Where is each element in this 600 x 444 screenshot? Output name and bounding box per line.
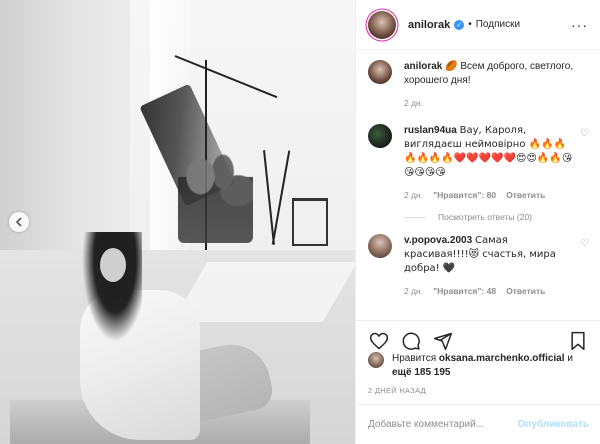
- photo-crew: [178, 148, 253, 243]
- post-photo[interactable]: [0, 0, 355, 444]
- share-icon: [433, 332, 453, 350]
- add-comment-bar: Опубликовать: [356, 404, 600, 444]
- photo-chair: [292, 198, 328, 246]
- comment-icon: [402, 332, 420, 350]
- author-avatar[interactable]: [368, 60, 392, 84]
- previous-photo-button[interactable]: [9, 212, 29, 232]
- follow-button[interactable]: Подписки: [476, 19, 520, 30]
- caption: anilorak 🏉 Всем доброго, светлого, хорош…: [368, 60, 589, 110]
- post-comment-button[interactable]: Опубликовать: [518, 419, 589, 430]
- author-avatar[interactable]: [368, 10, 396, 39]
- comment: ruslan94ua Вау, Кароля, виглядаєш неймов…: [368, 124, 589, 202]
- heart-icon[interactable]: ♡: [580, 238, 589, 249]
- reply-button[interactable]: Ответить: [506, 188, 545, 202]
- chevron-left-icon: [15, 217, 22, 227]
- heart-icon: [369, 332, 389, 349]
- divider-line: [404, 216, 426, 218]
- comment-age: 2 дн.: [404, 286, 424, 296]
- post-header: anilorak ✓ • Подписки ···: [356, 0, 600, 50]
- view-replies-label: Посмотреть ответы (20): [438, 212, 532, 222]
- comment-age: 2 дн.: [404, 190, 424, 200]
- comments-list[interactable]: anilorak 🏉 Всем доброго, светлого, хорош…: [356, 50, 600, 320]
- likes-summary: Нравится oksana.marchenko.official и ещё…: [368, 352, 593, 380]
- likes-count-button[interactable]: ещё 185 195: [392, 367, 451, 378]
- comment-username[interactable]: ruslan94ua: [404, 125, 457, 136]
- like-button[interactable]: [368, 330, 390, 352]
- comment: v.popova.2003 Самая красивая!!!!😻 счасть…: [368, 234, 589, 298]
- likes-suffix: и: [567, 353, 573, 364]
- verified-icon: ✓: [454, 19, 465, 30]
- caption-emoji: 🏉: [445, 61, 458, 72]
- post-date[interactable]: 2 ДНЕЙ НАЗАД: [368, 386, 426, 395]
- save-button[interactable]: [567, 330, 589, 352]
- caption-username[interactable]: anilorak: [404, 61, 442, 72]
- comment-input[interactable]: [368, 419, 518, 430]
- heart-icon[interactable]: ♡: [580, 128, 589, 139]
- comment-likes[interactable]: "Нравится": 48: [433, 284, 496, 298]
- more-horizontal-icon[interactable]: ···: [571, 17, 588, 33]
- reply-button[interactable]: Ответить: [506, 284, 545, 298]
- caption-age: 2 дн.: [404, 98, 424, 108]
- bookmark-icon: [571, 331, 585, 350]
- share-button[interactable]: [432, 330, 454, 352]
- separator-dot: •: [468, 19, 472, 30]
- post-panel: anilorak ✓ • Подписки ··· anilorak 🏉 Все…: [355, 0, 600, 444]
- comment-likes[interactable]: "Нравится": 80: [433, 188, 496, 202]
- comment-username[interactable]: v.popova.2003: [404, 235, 472, 246]
- comment-button[interactable]: [400, 330, 422, 352]
- commenter-avatar[interactable]: [368, 234, 392, 258]
- liker-avatar[interactable]: [368, 352, 384, 368]
- liker-username[interactable]: oksana.marchenko.official: [439, 353, 565, 364]
- commenter-avatar[interactable]: [368, 124, 392, 148]
- photo-model-face: [100, 248, 126, 282]
- view-replies-button[interactable]: Посмотреть ответы (20): [404, 212, 589, 222]
- likes-prefix: Нравится: [392, 353, 437, 364]
- author-username[interactable]: anilorak: [408, 19, 450, 31]
